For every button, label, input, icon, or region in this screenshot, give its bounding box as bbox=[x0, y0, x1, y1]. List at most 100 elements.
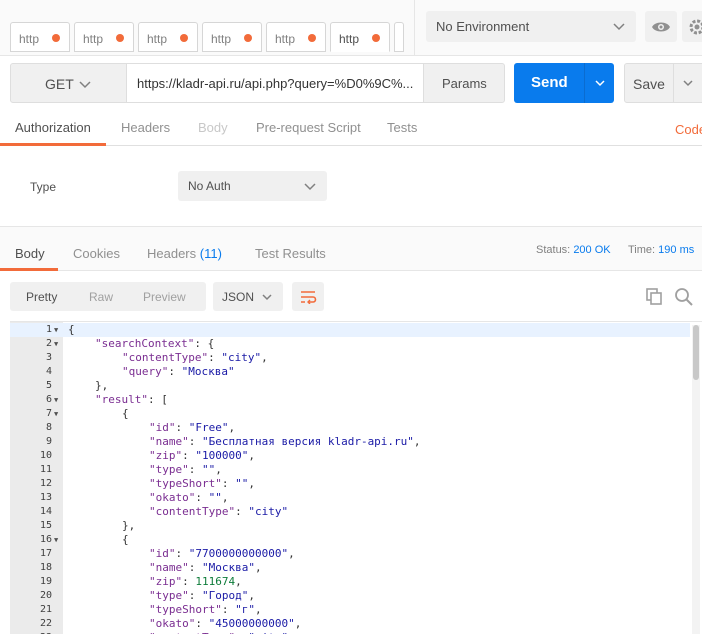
code-token: "city" bbox=[248, 505, 289, 518]
send-button[interactable]: Send bbox=[514, 63, 584, 103]
code-text: { bbox=[122, 533, 129, 547]
wrap-lines-button[interactable] bbox=[292, 282, 324, 311]
code-token: , bbox=[288, 547, 295, 560]
response-body-viewer[interactable]: 1 ▼{2 ▼ "searchContext": {3 "contentType": "… bbox=[10, 321, 702, 634]
response-tabs: Body Cookies Headers (11) Test Results S… bbox=[0, 226, 702, 271]
fold-toggle-icon[interactable]: ▼ bbox=[54, 407, 62, 421]
params-button[interactable]: Params bbox=[423, 63, 505, 103]
wrap-lines-icon bbox=[301, 290, 317, 304]
url-input[interactable]: https://kladr-api.ru/api.php?query=%D0%9… bbox=[127, 63, 424, 103]
line-number: 4 bbox=[45, 366, 52, 377]
fold-toggle-icon[interactable]: ▼ bbox=[54, 323, 62, 337]
code-text: "type": "", bbox=[149, 463, 222, 477]
search-icon[interactable] bbox=[674, 287, 694, 307]
request-tab[interactable]: http bbox=[74, 22, 134, 52]
line-number: 10 bbox=[39, 450, 52, 461]
code-token: "result" bbox=[95, 393, 148, 406]
code-token: : [ bbox=[147, 393, 168, 406]
auth-type-select[interactable]: No Auth bbox=[178, 171, 327, 201]
tab-authorization[interactable]: Authorization bbox=[15, 120, 91, 135]
request-tab-overflow[interactable] bbox=[394, 22, 404, 52]
headers-count: (11) bbox=[199, 246, 222, 261]
unsaved-dot-icon bbox=[244, 34, 252, 42]
tab-response-body[interactable]: Body bbox=[15, 246, 45, 261]
settings-button[interactable] bbox=[682, 11, 702, 42]
code-text: "okato": "", bbox=[149, 491, 228, 505]
line-number: 8 bbox=[45, 422, 52, 433]
code-token: "" bbox=[202, 463, 216, 476]
code-text: "id": "Free", bbox=[149, 421, 235, 435]
format-select[interactable]: JSON bbox=[213, 282, 283, 311]
code-token: : bbox=[175, 547, 189, 560]
tab-cookies[interactable]: Cookies bbox=[73, 246, 120, 261]
code-token: "query" bbox=[122, 365, 169, 378]
save-options-button[interactable] bbox=[673, 63, 702, 103]
request-tab[interactable]: http bbox=[138, 22, 198, 52]
authorization-panel: Type No Auth bbox=[0, 146, 702, 226]
tab-response-headers-label: Headers bbox=[147, 246, 197, 261]
save-button[interactable]: Save bbox=[624, 63, 674, 103]
code-token: : bbox=[221, 477, 236, 490]
time-value: 190 ms bbox=[658, 244, 695, 256]
code-text: "contentType": "city" bbox=[149, 505, 288, 519]
code-line: 13 "okato": "", bbox=[10, 491, 690, 505]
fold-toggle-icon[interactable]: ▼ bbox=[54, 533, 62, 547]
code-token: "Москва" bbox=[181, 365, 235, 378]
line-number: 6 bbox=[45, 394, 52, 405]
code-line: 21 "typeShort": "г", bbox=[10, 603, 690, 617]
request-tab-active[interactable]: http bbox=[330, 22, 390, 52]
status-label: Status: bbox=[536, 244, 571, 256]
code-line: 5}, bbox=[10, 379, 690, 393]
method-select[interactable]: GET bbox=[10, 63, 127, 103]
tab-prerequest-script[interactable]: Pre-request Script bbox=[256, 120, 361, 135]
response-toolbar: Pretty Raw Preview JSON bbox=[0, 271, 702, 321]
copy-icon[interactable] bbox=[645, 287, 663, 305]
code-line: 16 ▼ { bbox=[10, 533, 690, 547]
code-line: 22 "okato": "45000000000", bbox=[10, 617, 690, 631]
request-tab[interactable]: http bbox=[202, 22, 262, 52]
chevron-down-icon bbox=[594, 80, 605, 87]
code-token: { bbox=[68, 323, 75, 336]
code-link[interactable]: Code bbox=[675, 122, 702, 137]
code-token: "zip" bbox=[149, 575, 183, 588]
code-token: "okato" bbox=[149, 491, 196, 504]
code-text: "zip": "100000", bbox=[149, 449, 255, 463]
scrollbar-thumb[interactable] bbox=[693, 325, 699, 380]
request-tab[interactable]: http bbox=[10, 22, 70, 52]
code-token: }, bbox=[95, 379, 109, 392]
code-token: "100000" bbox=[195, 449, 249, 462]
view-raw-button[interactable]: Raw bbox=[89, 290, 113, 304]
code-token: , bbox=[413, 435, 421, 448]
environment-select[interactable]: No Environment bbox=[426, 11, 636, 42]
code-text: "typeShort": "г", bbox=[149, 603, 262, 617]
divider bbox=[414, 0, 415, 56]
view-preview-button[interactable]: Preview bbox=[143, 290, 186, 304]
code-line: 20 "type": "Город", bbox=[10, 589, 690, 603]
line-number: 11 bbox=[39, 464, 52, 475]
code-token: : bbox=[175, 421, 189, 434]
code-token: , bbox=[248, 589, 255, 602]
code-token: "Free" bbox=[188, 421, 229, 434]
fold-toggle-icon[interactable]: ▼ bbox=[54, 337, 62, 351]
code-token: , bbox=[235, 575, 242, 588]
view-pretty-button[interactable]: Pretty bbox=[26, 290, 57, 304]
request-tab[interactable]: http bbox=[266, 22, 326, 52]
unsaved-dot-icon bbox=[116, 34, 124, 42]
code-token: : bbox=[188, 463, 202, 476]
environment-quick-look-button[interactable] bbox=[645, 11, 677, 42]
code-token: "" bbox=[208, 491, 222, 504]
tab-response-headers[interactable]: Headers (11) bbox=[147, 246, 222, 261]
eye-icon bbox=[652, 22, 670, 31]
code-token: "city" bbox=[221, 351, 262, 364]
tab-tests[interactable]: Tests bbox=[387, 120, 417, 135]
fold-toggle-icon[interactable]: ▼ bbox=[54, 393, 62, 407]
auth-type-value: No Auth bbox=[188, 179, 231, 193]
code-token: "contentType" bbox=[122, 351, 209, 364]
tab-body[interactable]: Body bbox=[198, 120, 228, 135]
send-options-button[interactable] bbox=[584, 63, 614, 103]
code-line: 17 "id": "7700000000000", bbox=[10, 547, 690, 561]
code-token: { bbox=[122, 533, 129, 546]
code-token: "45000000000" bbox=[208, 617, 295, 630]
tab-test-results[interactable]: Test Results bbox=[255, 246, 326, 261]
tab-headers[interactable]: Headers bbox=[121, 120, 170, 135]
